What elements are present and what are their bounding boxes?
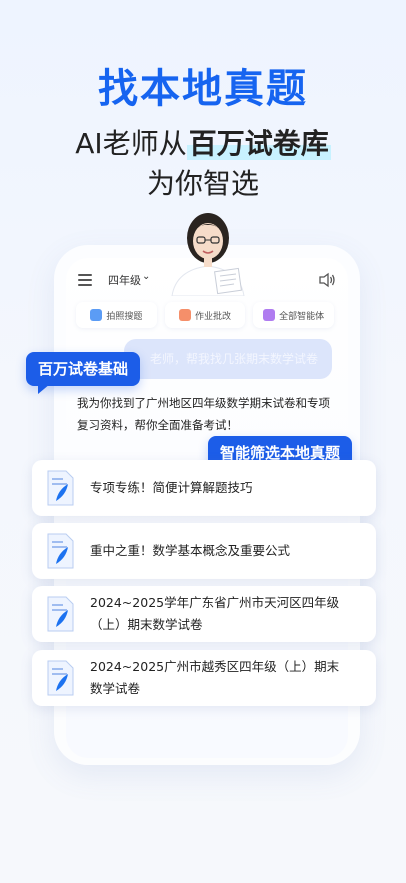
- agents-icon: [263, 309, 276, 321]
- action-photo-search[interactable]: 拍照搜题: [76, 302, 157, 328]
- speaker-icon[interactable]: [318, 272, 336, 288]
- result-title: 2024~2025广州市越秀区四年级（上）期末数学试卷: [90, 659, 340, 696]
- app-top-bar: 四年级 ⌄: [78, 268, 336, 296]
- action-all-agents[interactable]: 全部智能体: [253, 302, 335, 328]
- headline: 找本地真题 AI老师从百万试卷库 为你智选: [0, 60, 406, 204]
- homework-check-icon: [179, 309, 191, 321]
- camera-search-icon: [90, 309, 103, 321]
- promo-subtitle-prefix: AI老师从: [75, 127, 187, 160]
- result-title: 2024~2025学年广东省广州市天河区四年级（上）期末数学试卷: [90, 595, 340, 632]
- promo-subtitle-highlight: 百万试卷库: [186, 127, 331, 160]
- quick-actions: 拍照搜题 作业批改 全部智能体: [76, 302, 335, 328]
- action-homework-check[interactable]: 作业批改: [164, 302, 246, 328]
- promo-subtitle-line1: AI老师从百万试卷库: [0, 124, 406, 164]
- chevron-down-icon[interactable]: ⌄: [142, 271, 150, 282]
- promo-subtitle-line2: 为你智选: [146, 167, 259, 200]
- document-icon: [47, 596, 74, 632]
- menu-icon[interactable]: [78, 274, 92, 286]
- grade-selector[interactable]: 四年级: [108, 272, 141, 288]
- result-title: 重中之重！数学基本概念及重要公式: [90, 543, 291, 558]
- result-card[interactable]: 专项专练！简便计算解题技巧: [32, 460, 376, 516]
- document-icon: [47, 533, 74, 569]
- user-message-bubble: 老师，帮我找几张期末数学试卷: [124, 339, 332, 379]
- ai-reply-text: 我为你找到了广州地区四年级数学期末试卷和专项复习资料，帮你全面准备考试！: [77, 396, 330, 432]
- promo-title: 找本地真题: [98, 66, 308, 112]
- result-card[interactable]: 重中之重！数学基本概念及重要公式: [32, 523, 376, 579]
- result-title: 专项专练！简便计算解题技巧: [90, 480, 253, 495]
- document-icon: [47, 470, 74, 506]
- feature-tag-million-papers: 百万试卷基础: [26, 352, 141, 394]
- result-card[interactable]: 2024~2025学年广东省广州市天河区四年级（上）期末数学试卷: [32, 586, 376, 642]
- user-message-text: 老师，帮我找几张期末数学试卷: [150, 352, 319, 366]
- document-icon: [47, 660, 74, 696]
- result-card[interactable]: 2024~2025广州市越秀区四年级（上）期末数学试卷: [32, 650, 376, 706]
